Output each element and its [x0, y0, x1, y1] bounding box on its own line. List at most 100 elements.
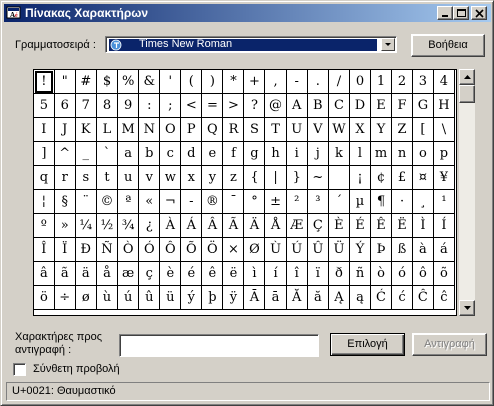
char-cell[interactable]: n	[391, 141, 413, 166]
char-cell[interactable]: û	[138, 285, 161, 310]
char-cell[interactable]: S	[243, 117, 266, 142]
char-cell[interactable]: H	[432, 93, 456, 118]
char-cell[interactable]: ý	[180, 285, 203, 310]
char-cell[interactable]: ë	[222, 261, 245, 286]
char-cell[interactable]: R	[222, 117, 245, 142]
char-cell[interactable]: £	[391, 165, 413, 190]
char-cell[interactable]: C	[327, 93, 351, 118]
char-cell[interactable]: Ï	[53, 237, 76, 262]
char-cell[interactable]: ²	[285, 189, 308, 214]
char-cell[interactable]: ±	[264, 189, 287, 214]
char-cell[interactable]: Ð	[74, 237, 97, 262]
char-cell[interactable]: ß	[391, 237, 413, 262]
char-cell[interactable]: Ø	[243, 237, 266, 262]
char-cell[interactable]: È	[327, 213, 351, 238]
char-cell[interactable]: â	[33, 261, 55, 286]
char-cell[interactable]: h	[264, 141, 287, 166]
char-cell[interactable]: I	[33, 117, 55, 142]
char-cell[interactable]: ø	[74, 285, 97, 310]
char-cell[interactable]: l	[349, 141, 371, 166]
char-cell[interactable]: V	[306, 117, 329, 142]
char-cell[interactable]: Ë	[391, 213, 413, 238]
char-cell[interactable]: ï	[306, 261, 329, 286]
char-cell[interactable]: à	[411, 237, 434, 262]
char-cell[interactable]: ç	[138, 261, 161, 286]
char-cell[interactable]: Ì	[411, 213, 434, 238]
char-cell[interactable]: <	[180, 93, 203, 118]
char-cell[interactable]: É	[349, 213, 371, 238]
char-cell[interactable]: Z	[391, 117, 413, 142]
char-cell[interactable]: ®	[201, 189, 224, 214]
char-cell[interactable]: J	[53, 117, 76, 142]
char-cell[interactable]: ò	[369, 261, 393, 286]
char-cell[interactable]: Ö	[201, 237, 224, 262]
char-cell[interactable]: ¬	[159, 189, 182, 214]
char-cell[interactable]: `	[95, 141, 119, 166]
char-cell[interactable]: $	[95, 69, 119, 94]
char-cell[interactable]: ¹	[432, 189, 456, 214]
char-cell[interactable]: ó	[391, 261, 413, 286]
char-cell[interactable]: þ	[201, 285, 224, 310]
char-cell[interactable]: \	[432, 117, 456, 142]
char-cell[interactable]: u	[117, 165, 140, 190]
char-cell[interactable]: ¸	[411, 189, 434, 214]
char-cell[interactable]: ÿ	[222, 285, 245, 310]
char-cell[interactable]: è	[159, 261, 182, 286]
char-cell[interactable]: À	[159, 213, 182, 238]
char-cell[interactable]: ×	[222, 237, 245, 262]
char-cell[interactable]: ·	[391, 189, 413, 214]
advanced-view-checkbox[interactable]	[13, 363, 26, 376]
char-cell[interactable]: U	[285, 117, 308, 142]
char-cell[interactable]: Ê	[369, 213, 393, 238]
char-cell[interactable]: Y	[369, 117, 393, 142]
char-cell[interactable]: ć	[391, 285, 413, 310]
char-cell[interactable]: ¿	[138, 213, 161, 238]
char-cell[interactable]: ª	[117, 189, 140, 214]
char-cell[interactable]: a	[117, 141, 140, 166]
char-cell[interactable]: º	[33, 213, 55, 238]
grid-scrollbar[interactable]	[459, 69, 475, 316]
char-cell[interactable]: Ä	[243, 213, 266, 238]
char-cell[interactable]: ´	[327, 189, 351, 214]
char-cell[interactable]: M	[117, 117, 140, 142]
char-cell[interactable]: ¨	[74, 189, 97, 214]
scroll-up-button[interactable]	[459, 69, 475, 85]
char-cell[interactable]: ;	[159, 93, 182, 118]
char-cell[interactable]: 4	[432, 69, 456, 94]
char-cell[interactable]: Ã	[222, 213, 245, 238]
char-cell[interactable]: b	[138, 141, 161, 166]
char-cell[interactable]: æ	[117, 261, 140, 286]
char-cell[interactable]: -	[180, 189, 203, 214]
char-cell[interactable]: o	[411, 141, 434, 166]
char-cell[interactable]: X	[349, 117, 371, 142]
char-cell[interactable]: Û	[306, 237, 329, 262]
char-cell[interactable]: O	[159, 117, 182, 142]
char-cell[interactable]: .	[306, 69, 329, 94]
char-cell[interactable]: Ô	[159, 237, 182, 262]
char-cell[interactable]: ¢	[369, 165, 393, 190]
char-cell[interactable]: Å	[264, 213, 287, 238]
char-cell[interactable]: =	[201, 93, 224, 118]
char-cell[interactable]: s	[74, 165, 97, 190]
char-cell[interactable]: y	[201, 165, 224, 190]
char-cell[interactable]: ]	[33, 141, 55, 166]
char-cell[interactable]: Ą	[327, 285, 351, 310]
char-cell[interactable]: õ	[432, 261, 456, 286]
char-cell[interactable]: ½	[95, 213, 119, 238]
minimize-button[interactable]	[437, 6, 453, 20]
char-cell[interactable]: µ	[349, 189, 371, 214]
scroll-thumb[interactable]	[459, 85, 475, 103]
char-cell[interactable]: k	[327, 141, 351, 166]
char-cell[interactable]: ä	[74, 261, 97, 286]
char-cell[interactable]: 9	[117, 93, 140, 118]
char-cell[interactable]: 7	[74, 93, 97, 118]
char-cell[interactable]: Ā	[243, 285, 266, 310]
char-cell[interactable]: Í	[432, 213, 456, 238]
font-select[interactable]: Times New Roman	[105, 36, 397, 53]
char-cell[interactable]: «	[138, 189, 161, 214]
char-cell[interactable]: í	[264, 261, 287, 286]
char-cell[interactable]: j	[306, 141, 329, 166]
char-cell[interactable]: "	[53, 69, 76, 94]
char-cell[interactable]: á	[432, 237, 456, 262]
char-cell[interactable]: @	[264, 93, 287, 118]
